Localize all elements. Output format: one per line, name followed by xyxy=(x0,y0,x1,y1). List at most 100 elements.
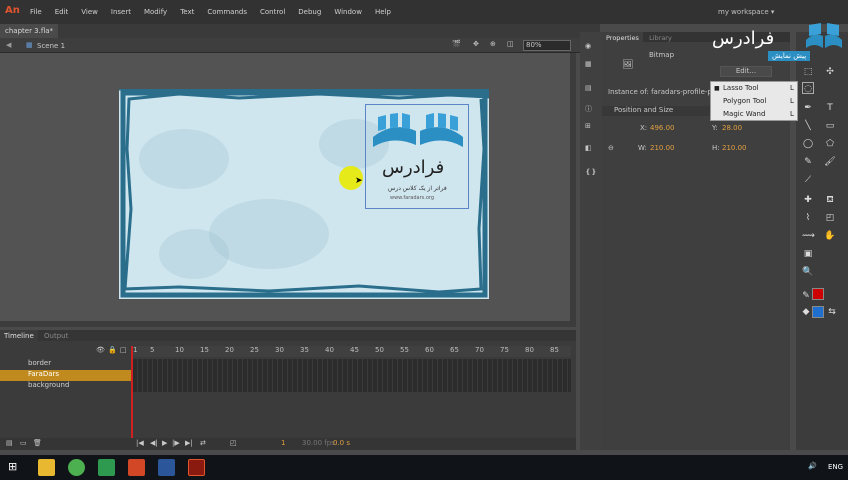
frame-ruler[interactable]: 1 5 10 15 20 25 30 35 40 45 50 55 60 65 … xyxy=(133,346,571,357)
brush-tool-icon[interactable]: 🖌 xyxy=(824,156,836,168)
loop-icon[interactable]: ⇄ xyxy=(200,439,206,447)
info-icon[interactable]: ⓘ xyxy=(585,104,592,114)
camera-tool-icon[interactable]: ▣ xyxy=(802,248,814,260)
volume-icon[interactable]: 🔊 xyxy=(808,462,817,470)
tab-library[interactable]: Library xyxy=(645,32,676,44)
pin-icon[interactable]: ⊕ xyxy=(490,40,496,48)
y-field[interactable]: 28.00 xyxy=(722,124,742,132)
fill-color-icon[interactable]: ◆ xyxy=(800,306,812,318)
w-field[interactable]: 210.00 xyxy=(650,144,675,152)
menu-item-lasso-tool[interactable]: Lasso Tool xyxy=(723,84,759,92)
first-frame-icon[interactable]: |◀ xyxy=(136,439,144,447)
menu-view[interactable]: View xyxy=(81,8,98,16)
language-indicator[interactable]: ENG xyxy=(828,463,843,471)
x-field[interactable]: 496.00 xyxy=(650,124,675,132)
stroke-color-icon[interactable]: ✎ xyxy=(800,290,812,302)
polystar-tool-icon[interactable]: ⬠ xyxy=(824,138,836,150)
zoom-select[interactable]: 80% xyxy=(523,40,571,51)
menu-help[interactable]: Help xyxy=(375,8,391,16)
play-icon[interactable]: ▶ xyxy=(162,439,167,447)
stroke-color-swatch[interactable] xyxy=(812,288,824,300)
edit-symbols-icon[interactable]: ✥ xyxy=(473,40,479,48)
chrome-icon[interactable] xyxy=(68,459,85,476)
layer-background[interactable]: background xyxy=(0,381,132,392)
components-icon[interactable]: ◧ xyxy=(585,144,592,152)
text-tool-icon[interactable]: T xyxy=(824,102,836,114)
width-tool-icon[interactable]: ⟿ xyxy=(802,230,815,242)
next-frame-icon[interactable]: |▶ xyxy=(172,439,180,447)
h-field[interactable]: 210.00 xyxy=(722,144,747,152)
word-icon[interactable] xyxy=(158,459,175,476)
new-layer-icon[interactable]: ▤ xyxy=(6,439,13,447)
eraser-tool-icon[interactable]: ◰ xyxy=(824,212,836,224)
document-tab[interactable]: chapter 3.fla* xyxy=(0,24,59,38)
menu-text[interactable]: Text xyxy=(180,8,194,16)
menu-window[interactable]: Window xyxy=(334,8,362,16)
color-panel-icon[interactable]: ◉ xyxy=(585,42,591,50)
pencil-tool-icon[interactable]: ✎ xyxy=(802,156,814,168)
clip-icon[interactable]: ◫ xyxy=(507,40,514,48)
outline-icon[interactable]: □ xyxy=(120,346,127,354)
clapper-icon[interactable]: 🎬 xyxy=(452,40,461,48)
tab-properties[interactable]: Properties xyxy=(602,32,643,44)
menu-insert[interactable]: Insert xyxy=(111,8,131,16)
line-tool-icon[interactable]: ╲ xyxy=(802,120,814,132)
layer-border[interactable]: border xyxy=(0,359,132,370)
bone-tool-icon[interactable]: ✚ xyxy=(802,194,814,206)
transform-icon[interactable]: ⊞ xyxy=(585,122,591,130)
menu-edit[interactable]: Edit xyxy=(55,8,69,16)
menu-item-magic-wand[interactable]: Magic Wand xyxy=(723,110,765,118)
delete-layer-icon[interactable]: 🗑 xyxy=(33,439,42,447)
app-logo: An xyxy=(5,5,20,16)
oval-tool-icon[interactable]: ◯ xyxy=(802,138,814,150)
onion-skin-icon[interactable]: ◰ xyxy=(230,439,237,447)
animate-icon[interactable] xyxy=(188,459,205,476)
align-icon[interactable]: ▤ xyxy=(585,84,592,92)
tab-timeline[interactable]: Timeline xyxy=(0,330,38,342)
rectangle-tool-icon[interactable]: ▭ xyxy=(824,120,836,132)
last-frame-icon[interactable]: ▶| xyxy=(185,439,193,447)
playhead[interactable] xyxy=(131,346,133,450)
eye-icon[interactable]: 👁 xyxy=(96,346,105,354)
swatches-icon[interactable]: ▦ xyxy=(585,60,592,68)
fill-color-swatch[interactable] xyxy=(812,306,824,318)
lasso-tool-icon[interactable]: ◌ xyxy=(802,82,814,94)
paint-bucket-tool-icon[interactable]: ⛾ xyxy=(824,194,836,206)
faradars-logo-instance[interactable]: فرادرس فراتر از یک کلاس درس www.faradars… xyxy=(365,104,469,209)
camtasia-icon[interactable] xyxy=(98,459,115,476)
layer-faradars[interactable]: FaraDars xyxy=(0,370,132,381)
tab-output[interactable]: Output xyxy=(40,330,72,342)
lock-icon[interactable]: 🔒 xyxy=(108,346,117,354)
menu-file[interactable]: File xyxy=(30,8,42,16)
code-snippets-icon[interactable]: ❴❵ xyxy=(585,168,597,176)
menu-debug[interactable]: Debug xyxy=(298,8,321,16)
workspace-switcher[interactable]: my workspace ▾ xyxy=(718,8,774,16)
frame-grid[interactable] xyxy=(133,359,571,392)
pen-tool-icon[interactable]: ✒ xyxy=(802,102,814,114)
paint-brush-tool-icon[interactable]: ⟋ xyxy=(802,174,814,186)
instance-type: Bitmap xyxy=(649,51,675,59)
zoom-tool-icon[interactable]: 🔍 xyxy=(802,266,814,278)
menu-commands[interactable]: Commands xyxy=(207,8,247,16)
menu-control[interactable]: Control xyxy=(260,8,285,16)
vertical-scrollbar[interactable] xyxy=(570,53,576,321)
menu-item-polygon-tool[interactable]: Polygon Tool xyxy=(723,97,766,105)
file-explorer-icon[interactable] xyxy=(38,459,55,476)
prev-frame-icon[interactable]: ◀| xyxy=(150,439,158,447)
new-folder-icon[interactable]: ▭ xyxy=(20,439,27,447)
frame-rate[interactable]: 30.00 fps xyxy=(302,439,335,447)
menu-modify[interactable]: Modify xyxy=(144,8,167,16)
horizontal-scrollbar[interactable] xyxy=(0,321,576,327)
current-frame[interactable]: 1 xyxy=(281,439,285,447)
eyedropper-tool-icon[interactable]: ⌇ xyxy=(802,212,814,224)
powerpoint-icon[interactable] xyxy=(128,459,145,476)
ruler-tick: 15 xyxy=(200,346,209,354)
h-label: H: xyxy=(712,144,720,152)
hand-tool-icon[interactable]: ✋ xyxy=(824,230,836,242)
back-arrow-icon[interactable]: ◀ xyxy=(6,41,11,49)
link-dimensions-icon[interactable]: ⊖ xyxy=(608,144,614,152)
preview-badge: پیش نمایش xyxy=(768,51,811,61)
windows-start-icon[interactable]: ⊞ xyxy=(8,460,17,473)
brand-name: فرادرس xyxy=(712,28,775,49)
swap-colors-icon[interactable]: ⇆ xyxy=(826,306,838,318)
